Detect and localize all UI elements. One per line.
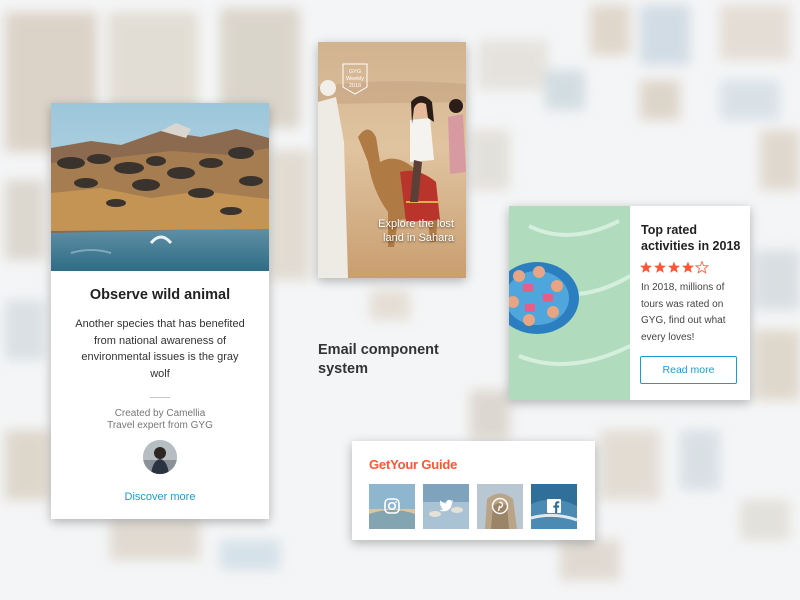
pinterest-icon — [491, 497, 509, 515]
social-footer-card: GetYour Guide — [352, 441, 595, 540]
twitter-link[interactable] — [423, 484, 469, 529]
card-description: Another species that has benefited from … — [75, 318, 245, 380]
instagram-link[interactable] — [369, 484, 415, 529]
top-rated-card: Top rated activities in 2018 In 2018, mi… — [509, 206, 750, 400]
sahara-caption: Explore the lost land in Sahara — [318, 217, 462, 245]
getyourguide-logo: GetYour Guide — [369, 457, 458, 472]
pool-photo — [509, 206, 630, 400]
wild-animal-card: Observe wild animal Another species that… — [51, 103, 269, 519]
card-title: Top rated activities in 2018 — [641, 223, 741, 253]
author-role: Travel expert from GYG — [107, 420, 213, 431]
discover-more-link[interactable]: Discover more — [51, 491, 269, 503]
twitter-icon — [439, 499, 454, 512]
badge-line-1: GYG — [348, 69, 362, 75]
caption-line-1: Explore the lost — [378, 218, 454, 230]
star-rating — [640, 260, 710, 274]
author-name: Created by Camellia — [114, 408, 206, 419]
card-title: Observe wild animal — [89, 287, 231, 303]
caption-line-2: land in Sahara — [383, 232, 454, 244]
weekly-badge: GYG Weekly 2018 — [342, 69, 368, 90]
pinterest-link[interactable] — [477, 484, 523, 529]
facebook-icon — [547, 499, 561, 513]
author-avatar — [143, 440, 177, 474]
facebook-link[interactable] — [531, 484, 577, 529]
card-text: In 2018, millions of tours was rated on … — [641, 282, 726, 343]
author-credit: Created by Camellia Travel expert from G… — [51, 408, 269, 432]
instagram-icon — [384, 498, 400, 514]
badge-line-3: 2018 — [348, 83, 362, 89]
seals-photo — [51, 103, 269, 271]
divider — [150, 397, 170, 398]
page-title: Email component system — [318, 342, 439, 377]
read-more-button[interactable]: Read more — [640, 356, 737, 384]
badge-line-2: Weekly — [346, 76, 364, 82]
sahara-card[interactable]: GYG Weekly 2018 Explore the lost land in… — [318, 42, 466, 278]
